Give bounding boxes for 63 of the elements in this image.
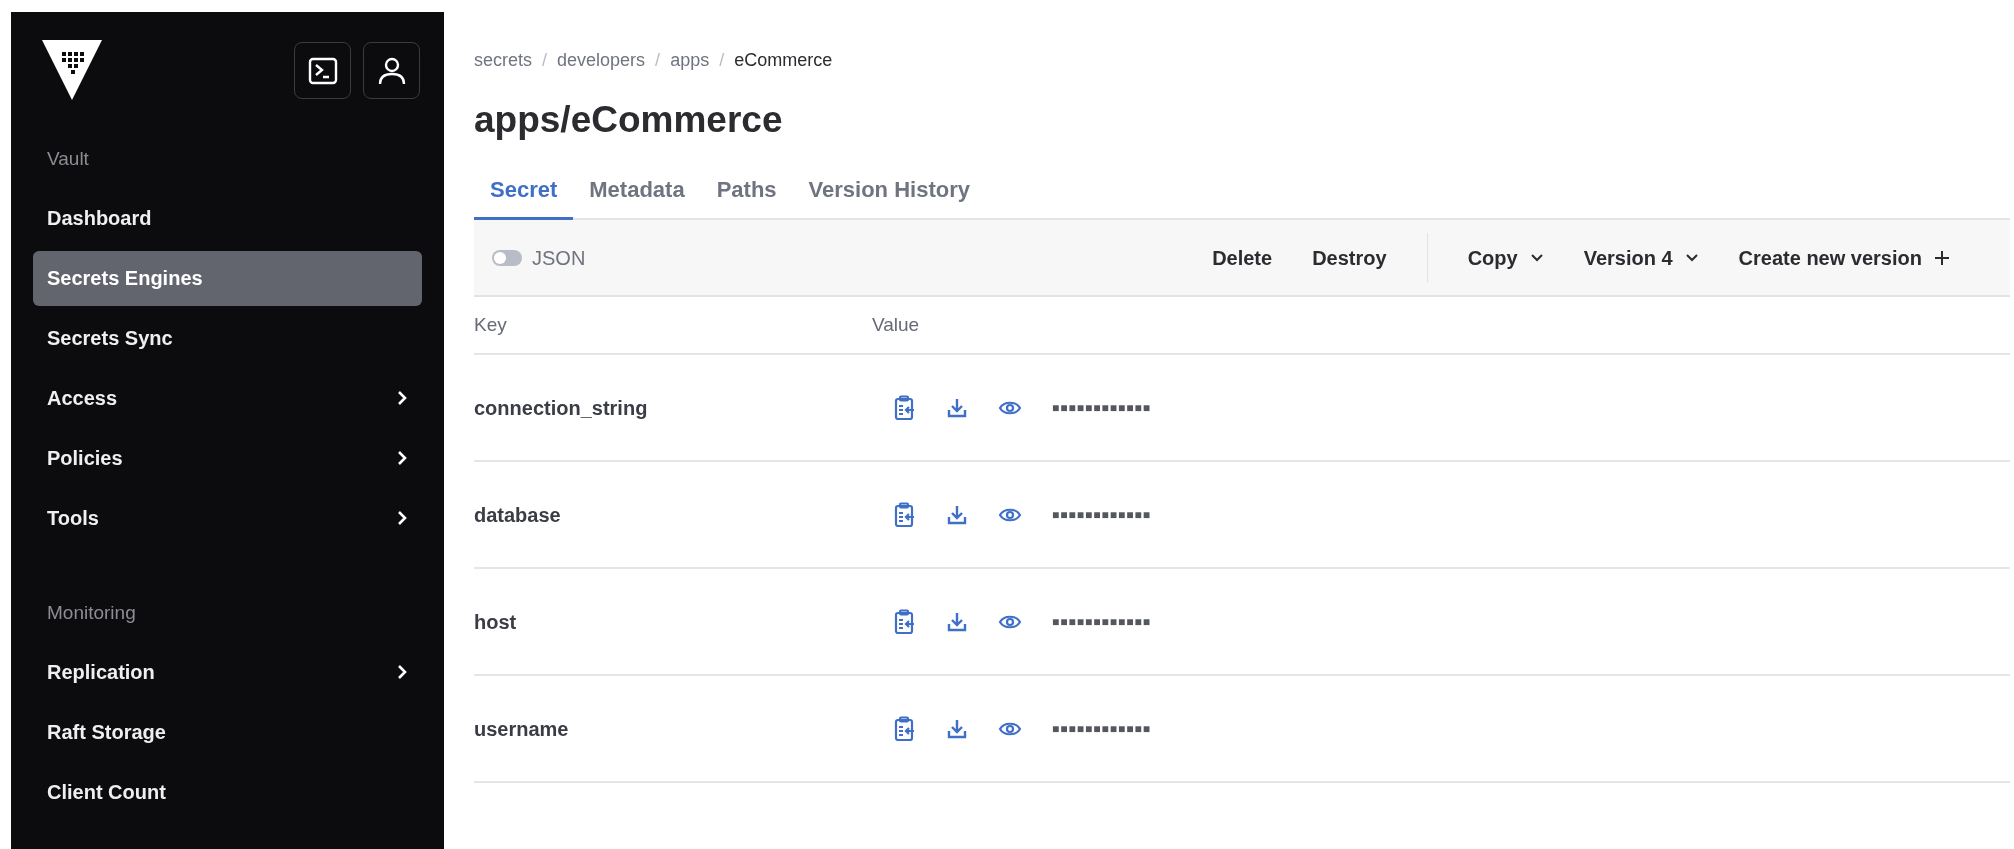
key-cell-text: connection_string — [474, 395, 649, 421]
page-title: apps/eCommerce — [474, 98, 784, 142]
sidebar-item[interactable]: Access — [33, 370, 422, 426]
download-button[interactable] — [946, 610, 968, 633]
toggle-label: JSON — [532, 245, 586, 271]
download-icon — [946, 396, 968, 419]
caret-icon — [1529, 252, 1544, 263]
dropdown-button[interactable]: Copy — [1447, 232, 1564, 283]
action-button[interactable]: Destroy — [1292, 232, 1407, 283]
terminal-icon — [307, 55, 338, 86]
tab[interactable]: Paths — [700, 162, 793, 220]
download-icon — [946, 717, 968, 740]
key-cell-text: username — [474, 716, 570, 742]
logo-icon — [40, 38, 104, 102]
key-cell-text: database — [474, 502, 562, 528]
clipboard-icon — [894, 501, 916, 528]
user-button[interactable] — [363, 42, 420, 99]
masked-value: ■■■■■■■■■■■■ — [1052, 720, 1151, 738]
tab[interactable]: Version History — [792, 162, 986, 220]
masked-value: ■■■■■■■■■■■■ — [1052, 613, 1151, 631]
caret-icon — [1684, 252, 1699, 263]
clipboard-icon — [894, 715, 916, 742]
sidebar-heading: Monitoring — [46, 600, 137, 625]
toggle-switch[interactable] — [492, 249, 522, 266]
clipboard-icon — [894, 394, 916, 421]
breadcrumb-link[interactable]: developers — [557, 46, 646, 74]
sidebar-item[interactable]: Client Count — [33, 764, 422, 820]
download-icon — [946, 610, 968, 633]
masked-value: ■■■■■■■■■■■■ — [1052, 506, 1151, 524]
copy-button[interactable] — [894, 501, 916, 528]
download-icon — [946, 503, 968, 526]
sidebar-item[interactable]: Tools — [33, 490, 422, 546]
key-cell-text: host — [474, 609, 518, 635]
tab[interactable]: Metadata — [573, 162, 701, 220]
sidebar-item[interactable]: Dashboard — [33, 190, 422, 246]
sidebar-item[interactable]: Replication — [33, 644, 422, 700]
breadcrumb-link[interactable]: secrets — [474, 46, 533, 74]
column-header: Value — [872, 312, 920, 337]
user-icon — [376, 55, 407, 86]
sidebar-item[interactable]: Secrets Engines — [33, 250, 422, 306]
copy-button[interactable] — [894, 608, 916, 635]
download-button[interactable] — [946, 503, 968, 526]
download-button[interactable] — [946, 396, 968, 419]
breadcrumb-separator: / — [542, 48, 548, 72]
download-button[interactable] — [946, 717, 968, 740]
copy-button[interactable] — [894, 394, 916, 421]
action-button[interactable]: Delete — [1192, 232, 1293, 283]
sidebar-item[interactable]: Policies — [33, 430, 422, 486]
plus-icon — [1934, 249, 1950, 266]
clipboard-icon — [894, 608, 916, 635]
create-button[interactable]: Create new version — [1718, 232, 1970, 283]
sidebar-heading: Vault — [46, 146, 90, 171]
masked-value: ■■■■■■■■■■■■ — [1052, 399, 1151, 417]
breadcrumb-separator: / — [655, 48, 661, 72]
sidebar-item[interactable]: Secrets Sync — [33, 310, 422, 366]
copy-button[interactable] — [894, 715, 916, 742]
sidebar-item[interactable]: Raft Storage — [33, 704, 422, 760]
breadcrumb-separator: / — [719, 48, 725, 72]
dropdown-button[interactable]: Version 4 — [1563, 232, 1719, 283]
column-header: Key — [474, 312, 508, 337]
console-button[interactable] — [294, 42, 351, 99]
breadcrumb-current[interactable]: eCommerce — [734, 46, 833, 74]
breadcrumb-link[interactable]: apps — [670, 46, 710, 74]
